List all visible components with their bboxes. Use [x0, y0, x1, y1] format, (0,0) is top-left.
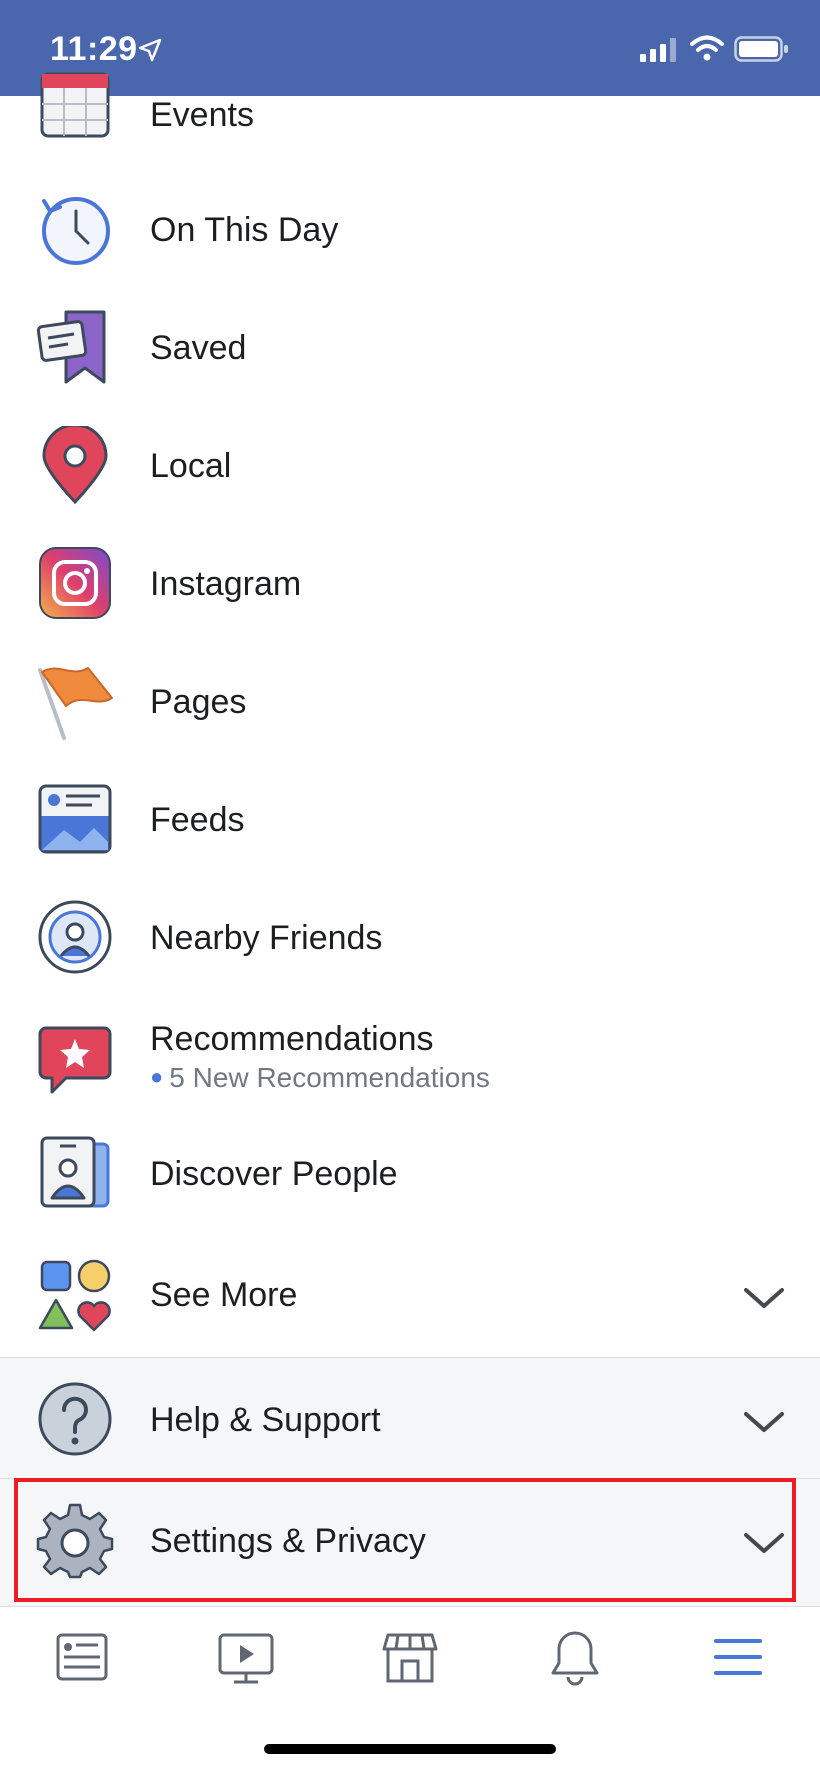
menu-item-label: Events — [150, 96, 254, 134]
menu-item-discover-people[interactable]: Discover People — [0, 1134, 820, 1214]
menu-item-saved[interactable]: Saved — [0, 308, 820, 388]
calendar-icon — [36, 68, 114, 146]
shapes-icon — [36, 1256, 114, 1334]
map-pin-icon — [36, 426, 114, 504]
question-icon — [36, 1380, 114, 1458]
menu-item-label: Nearby Friends — [150, 919, 383, 957]
menu-item-pages[interactable]: Pages — [0, 662, 820, 742]
news-feed-icon[interactable] — [52, 1627, 112, 1687]
marketplace-icon[interactable] — [380, 1627, 440, 1687]
recommendations-count: 5 New Recommendations — [169, 1062, 490, 1093]
recommendations-icon — [36, 1022, 114, 1100]
unread-dot: ● — [150, 1064, 164, 1089]
menu-item-label: Feeds — [150, 801, 245, 839]
menu-item-label: On This Day — [150, 211, 339, 249]
menu-item-nearby-friends[interactable]: Nearby Friends — [0, 898, 820, 978]
menu-item-label: Help & Support — [150, 1401, 381, 1439]
watch-icon[interactable] — [216, 1627, 276, 1687]
menu-item-see-more[interactable]: See More — [0, 1254, 820, 1336]
discover-people-icon — [36, 1134, 114, 1212]
menu-item-label: Recommendations — [150, 1020, 434, 1058]
status-time: 11:29 — [50, 30, 138, 68]
cellular-signal-icon — [640, 38, 680, 67]
menu-item-label: Saved — [150, 329, 247, 367]
bookmark-icon — [36, 308, 114, 386]
menu-item-events[interactable]: Events — [0, 72, 820, 156]
battery-icon — [734, 36, 790, 67]
menu-item-feeds[interactable]: Feeds — [0, 780, 820, 860]
menu-item-help-support[interactable]: Help & Support — [0, 1380, 820, 1462]
menu-item-recommendations[interactable]: Recommendations ● 5 New Recommendations — [0, 1016, 820, 1116]
feeds-icon — [36, 780, 114, 858]
status-bar: 11:29 — [0, 0, 820, 96]
nearby-friends-icon — [36, 898, 114, 976]
notifications-icon[interactable] — [545, 1627, 605, 1687]
menu-item-label: Pages — [150, 683, 247, 721]
highlight-box — [14, 1478, 796, 1602]
menu-item-subtitle: ● 5 New Recommendations — [150, 1062, 490, 1094]
menu-item-label: Instagram — [150, 565, 302, 603]
flag-icon — [36, 662, 114, 740]
clock-icon — [36, 191, 114, 269]
chevron-down-icon[interactable] — [742, 1408, 786, 1436]
menu-item-label: Discover People — [150, 1155, 398, 1193]
menu-item-instagram[interactable]: Instagram — [0, 544, 820, 624]
location-arrow-icon — [138, 38, 162, 67]
menu-icon[interactable] — [708, 1627, 768, 1687]
chevron-down-icon[interactable] — [742, 1284, 786, 1312]
home-indicator[interactable] — [264, 1744, 556, 1754]
wifi-icon — [690, 34, 724, 67]
menu-item-on-this-day[interactable]: On This Day — [0, 190, 820, 270]
menu-item-label: Local — [150, 447, 232, 485]
instagram-icon — [36, 544, 114, 622]
menu-item-label: See More — [150, 1276, 298, 1314]
menu-item-local[interactable]: Local — [0, 426, 820, 506]
